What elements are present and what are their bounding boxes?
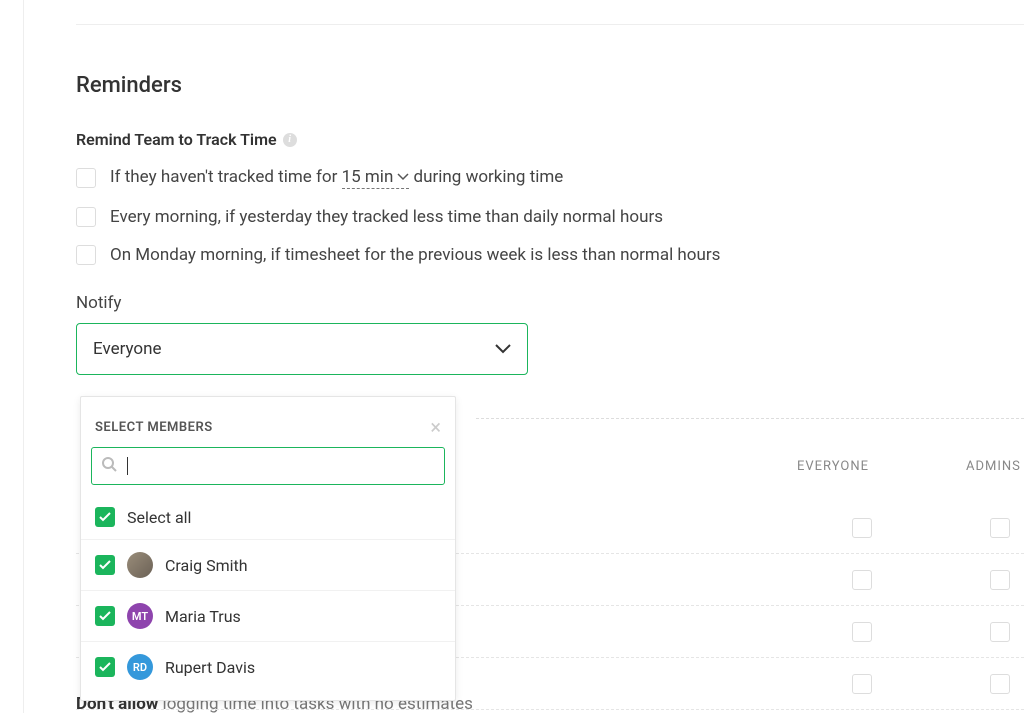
checkbox[interactable]: [990, 518, 1010, 538]
member-row[interactable]: MT Maria Trus: [81, 591, 455, 642]
duration-dropdown[interactable]: 15 min: [342, 167, 410, 189]
close-icon[interactable]: ×: [430, 417, 441, 437]
reminder-option-3-text: On Monday morning, if timesheet for the …: [110, 245, 720, 265]
select-all-row[interactable]: Select all: [81, 495, 455, 540]
members-dropdown: SELECT MEMBERS × Select all Craig Smith …: [80, 396, 456, 701]
checkbox[interactable]: [76, 245, 96, 265]
member-name: Craig Smith: [165, 556, 248, 575]
chevron-down-icon: [495, 344, 511, 354]
member-row[interactable]: RD Rupert Davis: [81, 642, 455, 692]
avatar: MT: [127, 603, 153, 629]
reminder-option-3[interactable]: On Monday morning, if timesheet for the …: [76, 245, 1024, 265]
checkbox[interactable]: [852, 622, 872, 642]
member-search-input[interactable]: [91, 447, 445, 485]
section-title: Reminders: [76, 73, 1024, 98]
checkbox-checked[interactable]: [95, 555, 115, 575]
col-admins: ADMINS: [966, 459, 1024, 474]
notify-select[interactable]: Everyone: [76, 323, 528, 375]
checkbox[interactable]: [852, 570, 872, 590]
checkbox-checked[interactable]: [95, 507, 115, 527]
left-rail: [0, 0, 24, 713]
checkbox-checked[interactable]: [95, 606, 115, 626]
reminder-option-1[interactable]: If they haven't tracked time for 15 min …: [76, 167, 1024, 189]
checkbox[interactable]: [852, 674, 872, 694]
dropdown-header: SELECT MEMBERS ×: [81, 417, 455, 447]
remind-team-text: Remind Team to Track Time: [76, 130, 277, 149]
checkbox[interactable]: [990, 674, 1010, 694]
notify-select-value: Everyone: [93, 339, 162, 359]
info-icon[interactable]: i: [283, 133, 297, 147]
avatar: RD: [127, 654, 153, 680]
checkbox-checked[interactable]: [95, 657, 115, 677]
dropdown-header-label: SELECT MEMBERS: [95, 420, 213, 435]
chevron-down-icon: [397, 173, 409, 181]
divider: [76, 24, 1024, 25]
checkbox[interactable]: [76, 207, 96, 227]
member-name: Rupert Davis: [165, 658, 255, 677]
divider: [476, 418, 1024, 419]
avatar: [127, 552, 153, 578]
checkbox[interactable]: [852, 518, 872, 538]
notify-label: Notify: [76, 293, 1024, 313]
text-caret: [127, 457, 128, 475]
search-wrap: [91, 447, 445, 485]
member-name: Maria Trus: [165, 607, 241, 626]
reminder-option-1-text: If they haven't tracked time for 15 min …: [110, 167, 563, 189]
member-row[interactable]: Craig Smith: [81, 540, 455, 591]
checkbox[interactable]: [990, 570, 1010, 590]
col-everyone: EVERYONE: [788, 459, 878, 474]
reminder-option-2-text: Every morning, if yesterday they tracked…: [110, 207, 663, 227]
checkbox[interactable]: [76, 168, 96, 188]
remind-team-label: Remind Team to Track Time i: [76, 130, 1024, 149]
search-icon: [101, 456, 117, 476]
reminder-option-2[interactable]: Every morning, if yesterday they tracked…: [76, 207, 1024, 227]
select-all-label: Select all: [127, 508, 191, 527]
checkbox[interactable]: [990, 622, 1010, 642]
